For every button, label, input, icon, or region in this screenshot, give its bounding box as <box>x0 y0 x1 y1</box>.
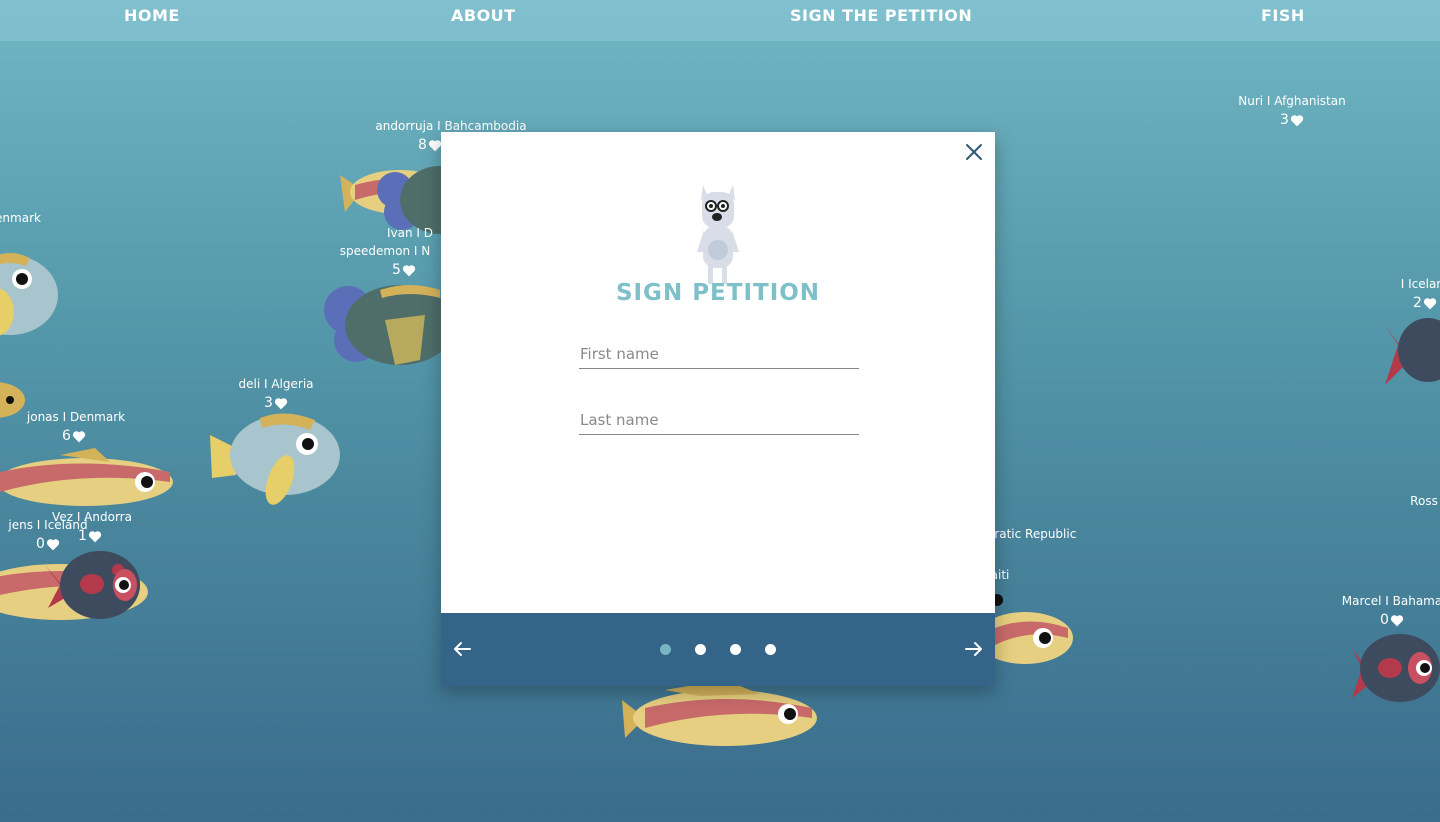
fish-like-count[interactable]: 0 <box>1380 612 1404 628</box>
step-dot-1[interactable] <box>660 644 671 655</box>
fish-name-label: Nuri I Afghanistan <box>1238 94 1346 108</box>
fish-dark-iceland-right <box>1385 318 1440 385</box>
heart-icon <box>1423 297 1437 309</box>
heart-icon <box>46 538 60 550</box>
like-count-value: 6 <box>62 428 71 444</box>
step-dot-4[interactable] <box>765 644 776 655</box>
fish-name-label: jonas I Denmark <box>26 410 126 424</box>
heart-icon <box>88 530 102 542</box>
heart-icon <box>402 264 416 276</box>
fish-like-count[interactable]: 8 <box>418 137 442 153</box>
fish-like-count[interactable]: 5 <box>392 262 416 278</box>
nav-home[interactable]: HOME <box>124 6 180 25</box>
heart-icon <box>1290 114 1304 126</box>
like-count-value: 5 <box>392 262 401 278</box>
fish-name-label: speedemon I N <box>339 244 431 258</box>
arrow-right-icon[interactable] <box>964 639 984 659</box>
like-count-value: 2 <box>1413 295 1422 311</box>
nav-about[interactable]: ABOUT <box>451 6 516 25</box>
last-name-field[interactable] <box>579 406 859 435</box>
fish-name-label: deli I Algeria <box>238 377 314 391</box>
heart-icon <box>274 397 288 409</box>
top-nav: HOME ABOUT SIGN THE PETITION FISH <box>0 0 1440 41</box>
modal-title: SIGN PETITION <box>615 280 821 306</box>
fish-name-label: Ross <box>1410 494 1438 508</box>
like-count-value: 3 <box>264 395 273 411</box>
fish-name-label: cratic Republic <box>987 527 1077 541</box>
fish-name-label: Ivan I D <box>386 226 434 240</box>
nav-fish[interactable]: FISH <box>1261 6 1305 25</box>
close-icon[interactable] <box>965 143 983 161</box>
fish-blue-left-top <box>0 253 58 336</box>
fish-blue-deli <box>210 413 340 505</box>
fish-dark-marcel <box>1352 634 1440 702</box>
fish-name-label: I Icelar <box>1400 277 1440 291</box>
heart-icon <box>428 139 442 151</box>
fish-name-label: jens I Iceland <box>8 518 88 532</box>
fish-name-label: enmark <box>0 211 41 225</box>
step-dot-3[interactable] <box>730 644 741 655</box>
fish-name-label: andorruja I Bahcambodia <box>375 119 527 133</box>
first-name-field[interactable] <box>579 340 859 369</box>
fish-like-count[interactable]: 3 <box>264 395 288 411</box>
like-count-value: 0 <box>1380 612 1389 628</box>
like-count-value: 3 <box>1280 112 1289 128</box>
fish-trout-bottom-center <box>622 684 817 746</box>
like-count-value: 8 <box>418 137 427 153</box>
fish-trout-jonas <box>0 448 173 506</box>
mascot-icon <box>697 185 739 284</box>
fish-like-count[interactable]: 6 <box>62 428 86 444</box>
fish-green-speedemon <box>324 285 455 365</box>
heart-icon <box>1390 614 1404 626</box>
fish-like-count[interactable]: 0 <box>36 536 60 552</box>
like-count-value: 0 <box>36 536 45 552</box>
fish-like-count[interactable]: 2 <box>1413 295 1437 311</box>
fish-name-label: Marcel I Bahama <box>1341 594 1440 608</box>
nav-sign-petition[interactable]: SIGN THE PETITION <box>790 6 972 25</box>
heart-icon <box>72 430 86 442</box>
modal-footer <box>441 613 995 686</box>
fish-partial-left-mid <box>0 382 25 418</box>
fish-like-count[interactable]: 3 <box>1280 112 1304 128</box>
arrow-left-icon[interactable] <box>452 639 472 659</box>
step-dot-2[interactable] <box>695 644 706 655</box>
petition-modal: SIGN PETITION <box>441 132 995 686</box>
